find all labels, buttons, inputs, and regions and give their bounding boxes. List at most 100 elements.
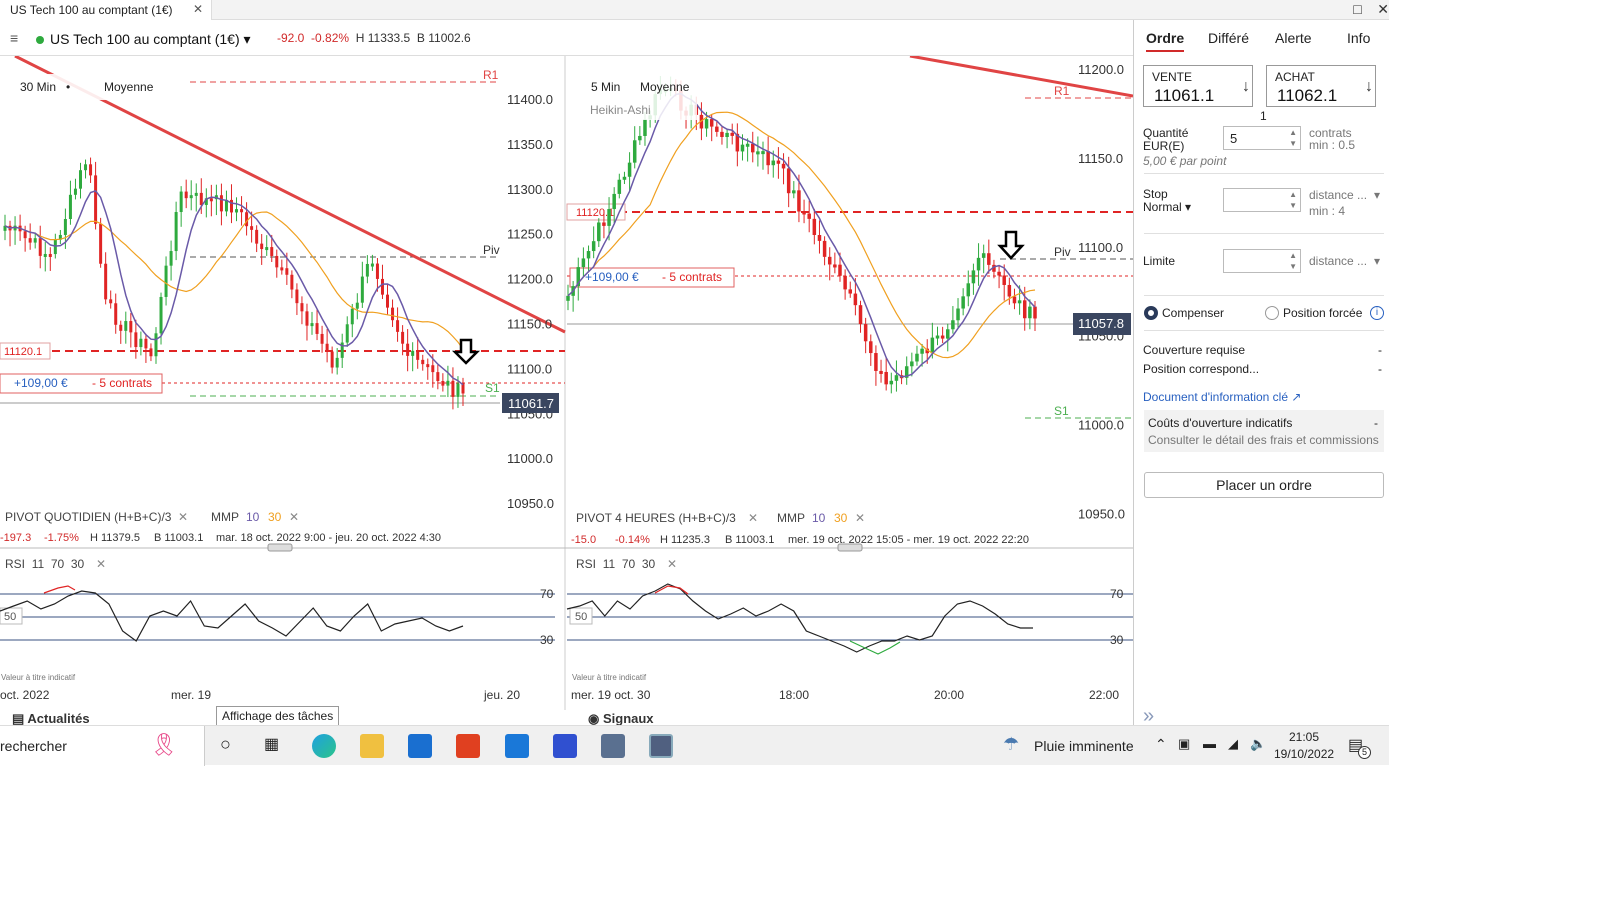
mail-icon[interactable]: [505, 734, 529, 758]
left-mmp-close-icon[interactable]: ✕: [289, 510, 299, 524]
radio-forced[interactable]: [1265, 306, 1279, 320]
tab-alerte[interactable]: Alerte: [1275, 30, 1312, 46]
candle-body: [776, 160, 781, 164]
task-view-icon[interactable]: ▦: [264, 734, 279, 754]
candle-body: [1022, 300, 1027, 319]
y-tick: 11100.0: [507, 361, 552, 376]
right-x-tick-4: 22:00: [1089, 688, 1119, 702]
place-order-button[interactable]: Placer un ordre: [1144, 472, 1384, 498]
left-price-chart[interactable]: R1 Piv S1 11120.1 +109,00 € - 5 contrats…: [0, 56, 566, 702]
wifi-icon[interactable]: ◢: [1228, 736, 1238, 752]
buy-price: 11062.1: [1277, 86, 1338, 105]
stop-input[interactable]: ▲ ▼: [1223, 188, 1301, 212]
sell-button[interactable]: VENTE 11061.1 ↓: [1143, 65, 1253, 107]
costs-link[interactable]: Consulter le détail des frais et commiss…: [1148, 433, 1379, 447]
right-timeframe[interactable]: 5 Min: [591, 80, 620, 94]
candle-body: [981, 253, 986, 258]
quantity-stepper[interactable]: ▲ ▼: [1289, 127, 1297, 149]
buy-button[interactable]: ACHAT 11062.1 ↓: [1266, 65, 1376, 107]
calculator-icon[interactable]: [601, 734, 625, 758]
quote-change-pct: -0.82%: [311, 31, 350, 45]
tab-info[interactable]: Info: [1347, 30, 1370, 46]
maximize-icon[interactable]: □: [1353, 1, 1361, 17]
stop-stepper[interactable]: ▲ ▼: [1289, 189, 1297, 211]
left-pivot-legend[interactable]: PIVOT QUOTIDIEN (H+B+C)/3: [5, 510, 172, 524]
search-box[interactable]: rechercher 🎗: [0, 726, 205, 766]
right-pivot-close-icon[interactable]: ✕: [748, 511, 758, 525]
cortana-icon[interactable]: ○: [220, 734, 231, 755]
right-sub-mode[interactable]: Heikin-Ashi: [590, 103, 651, 117]
right-x-tick-1: mer. 19 oct. 30: [571, 688, 651, 702]
left-timeframe[interactable]: 30 Min: [20, 80, 56, 94]
document-link[interactable]: Document d'information clé ↗: [1143, 390, 1301, 404]
left-mode[interactable]: Moyenne: [104, 80, 154, 94]
candle-body: [99, 223, 103, 264]
right-mmp-legend[interactable]: MMP: [777, 511, 805, 525]
right-rsi-legend[interactable]: RSI 11 70 30: [576, 557, 656, 571]
candle-body: [745, 143, 750, 147]
right-mode[interactable]: Moyenne: [640, 80, 690, 94]
right-pivot-legend[interactable]: PIVOT 4 HEURES (H+B+C)/3: [576, 511, 736, 525]
office-icon[interactable]: [456, 734, 480, 758]
info-icon[interactable]: i: [1370, 306, 1384, 320]
volume-icon[interactable]: 🔈: [1250, 736, 1266, 752]
tab-differe[interactable]: Différé: [1208, 30, 1249, 46]
trading-app-icon[interactable]: [553, 734, 577, 758]
instrument-name[interactable]: US Tech 100 au comptant (1€) ▾: [50, 31, 251, 48]
left-rsi-legend[interactable]: RSI 11 70 30: [5, 557, 85, 571]
stop-type-select[interactable]: Normal ▾: [1143, 200, 1191, 214]
candle-body: [345, 324, 349, 343]
left-mmp-legend[interactable]: MMP: [211, 510, 239, 524]
radio-compensate-label: Compenser: [1162, 306, 1225, 320]
y-tick: 11000.0: [1078, 418, 1124, 433]
limit-input[interactable]: ▲ ▼: [1223, 249, 1301, 273]
right-rsi-close-icon[interactable]: ✕: [667, 557, 677, 571]
left-rsi-close-icon[interactable]: ✕: [96, 557, 106, 571]
radio-compensate[interactable]: [1144, 306, 1158, 320]
right-stats-range: mer. 19 oct. 2022 15:05 - mer. 19 oct. 2…: [788, 534, 1029, 546]
left-pivot-close-icon[interactable]: ✕: [178, 510, 188, 524]
quantity-input[interactable]: 5 ▲ ▼: [1223, 126, 1301, 150]
menu-icon[interactable]: ≡: [10, 30, 18, 46]
right-price-chart[interactable]: R1 Piv S1 11120.1 +109,00 € - 5 contrats…: [566, 56, 1133, 702]
limit-distance-dropdown[interactable]: ▾: [1374, 254, 1380, 268]
tab-ordre[interactable]: Ordre: [1146, 30, 1185, 52]
left-ma-fast: [4, 190, 464, 386]
clock-date[interactable]: 19/10/2022: [1274, 747, 1334, 761]
instrument-label: US Tech 100 au comptant (1€): [50, 31, 240, 47]
charts-area[interactable]: R1 Piv S1 11120.1 +109,00 € - 5 contrats…: [0, 56, 1133, 710]
edge-icon[interactable]: [312, 734, 336, 758]
stop-distance-dropdown[interactable]: ▾: [1374, 188, 1380, 202]
chart-app-icon[interactable]: [649, 734, 673, 758]
chevron-down-icon[interactable]: ▾: [244, 31, 251, 47]
weather-text[interactable]: Pluie imminente: [1034, 738, 1134, 754]
candle-body: [581, 258, 586, 268]
limit-stepper[interactable]: ▲ ▼: [1289, 250, 1297, 272]
right-mmp-close-icon[interactable]: ✕: [855, 511, 865, 525]
window-controls: □ ✕: [1353, 1, 1389, 18]
tray-chevron-icon[interactable]: ⌃: [1155, 736, 1167, 753]
left-rsi-p2: 70: [51, 557, 65, 571]
candle-body: [961, 296, 965, 309]
order-panel: Ordre Différé Alerte Info VENTE 11061.1 …: [1133, 20, 1389, 727]
store-icon[interactable]: [408, 734, 432, 758]
candle-body: [451, 380, 455, 397]
quantity-min: min : 0.5: [1309, 138, 1356, 152]
left-rsi-label: RSI: [5, 557, 25, 571]
candle-body: [89, 164, 93, 176]
right-position-qty: - 5 contrats: [662, 270, 722, 284]
clock-time[interactable]: 21:05: [1289, 730, 1319, 744]
candle-body: [997, 271, 1001, 276]
right-stats-high: H 11235.3: [660, 534, 710, 546]
instrument-tab[interactable]: US Tech 100 au comptant (1€) ✕: [0, 0, 212, 20]
tab-close-icon[interactable]: ✕: [193, 2, 203, 16]
network-icon[interactable]: ▣: [1178, 736, 1190, 752]
left-resize-handle[interactable]: [267, 543, 293, 552]
right-ma-slow: [567, 111, 1036, 359]
candle-body: [63, 218, 67, 235]
file-explorer-icon[interactable]: [360, 734, 384, 758]
close-window-icon[interactable]: ✕: [1377, 1, 1389, 17]
right-stats-pct: -0.14%: [615, 534, 650, 546]
document-link-label: Document d'information clé: [1143, 390, 1289, 404]
battery-icon[interactable]: ▬: [1203, 736, 1216, 751]
